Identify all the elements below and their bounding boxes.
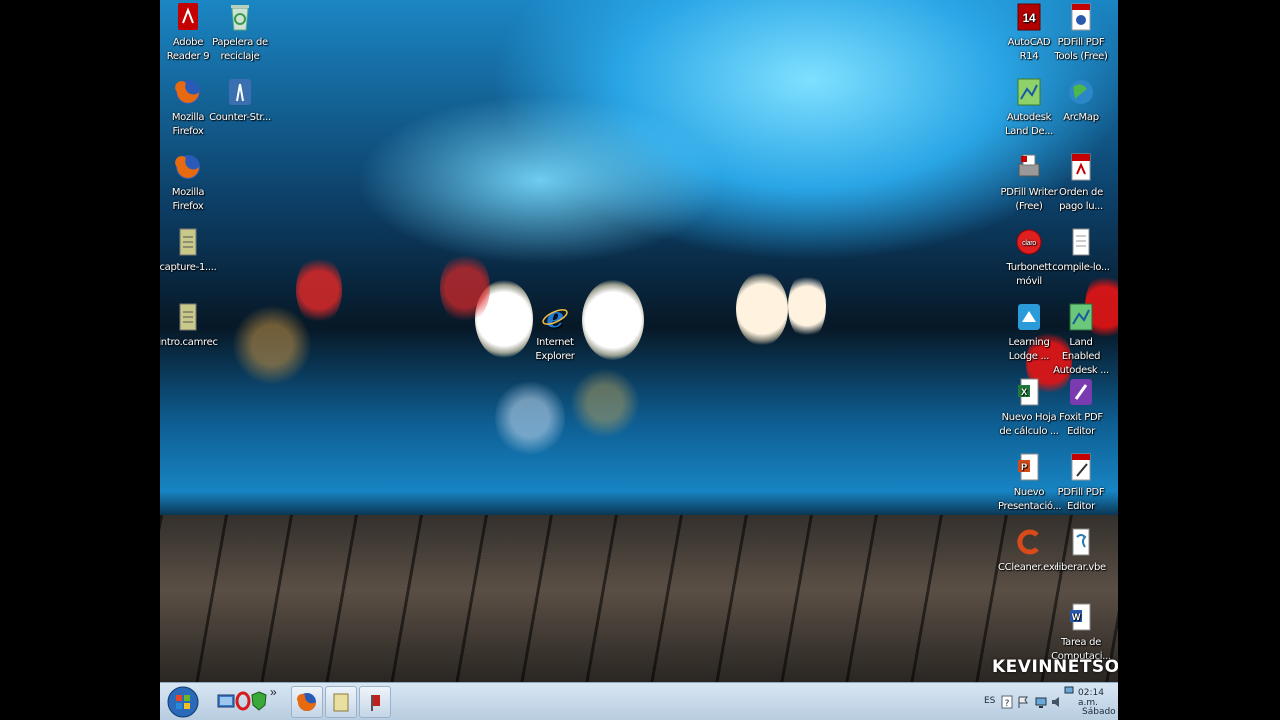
pdffill-tools-shortcut[interactable]: PDFill PDF Tools (Free) (1050, 2, 1112, 64)
icon-label: Land Enabled Autodesk ... (1053, 337, 1109, 376)
internet-explorer-shortcut[interactable]: e Internet Explorer (524, 302, 586, 364)
svg-text:P: P (1021, 462, 1027, 472)
autocad-icon: 14 (1017, 3, 1041, 31)
icon-label: PDFill PDF Tools (Free) (1054, 37, 1108, 62)
ccleaner-icon (1017, 529, 1039, 555)
app-icon (371, 695, 380, 711)
ie-icon: e (542, 302, 568, 332)
quick-launch-overflow[interactable]: » (270, 685, 280, 709)
excel-icon: X (1018, 378, 1039, 406)
language-indicator[interactable]: ES (984, 696, 995, 706)
flag-icon[interactable] (1017, 695, 1029, 709)
shield-icon (251, 691, 267, 711)
map-icon (1069, 303, 1093, 331)
file-icon (179, 303, 197, 331)
svg-text:W: W (1072, 612, 1081, 622)
wooden-floor (160, 515, 1118, 682)
icon-label: Internet Explorer (535, 337, 575, 362)
clock-time[interactable]: 02:14 a.m. (1078, 688, 1118, 708)
icon-label: Orden de pago lu... (1059, 187, 1103, 212)
liberar-vbe-shortcut[interactable]: liberar.vbe (1050, 527, 1112, 575)
pdffill-editor-shortcut[interactable]: PDFill PDF Editor (1050, 452, 1112, 514)
compile-log-shortcut[interactable]: compile-lo... (1050, 227, 1112, 275)
counter-strike-shortcut[interactable]: Counter-Str... (209, 77, 271, 125)
foxit-editor-shortcut[interactable]: Foxit PDF Editor (1050, 377, 1112, 439)
icon-label: liberar.vbe (1056, 562, 1106, 573)
pdf-icon (1071, 453, 1091, 481)
svg-text:14: 14 (1023, 11, 1036, 25)
folder-icon (333, 693, 349, 712)
bokeh-light (495, 378, 565, 458)
firefox-icon (175, 155, 200, 179)
intro-camrec-shortcut[interactable]: intro.camrec (160, 302, 219, 350)
start-button[interactable] (164, 685, 202, 719)
orden-de-pago-shortcut[interactable]: Orden de pago lu... (1050, 152, 1112, 214)
firefox-shortcut-2[interactable]: Mozilla Firefox (160, 152, 219, 214)
powerpoint-icon: P (1018, 453, 1039, 481)
taskbar: » ES ? 02:14 a.m. Sábado (160, 682, 1118, 720)
arcmap-shortcut[interactable]: ArcMap (1050, 77, 1112, 125)
network-status-icon (1064, 686, 1074, 694)
volume-icon[interactable] (1050, 695, 1064, 709)
network-icon[interactable] (1034, 695, 1048, 709)
bokeh-light (582, 280, 644, 360)
pdf-icon (1071, 3, 1091, 31)
quick-launch-3-button[interactable] (248, 689, 270, 713)
bokeh-light (440, 252, 490, 324)
tarea-computacion-shortcut[interactable]: W Tarea de Computaci... (1050, 602, 1112, 664)
pdf-icon (178, 3, 198, 30)
bokeh-light (570, 368, 640, 438)
firefox-icon (175, 80, 200, 104)
script-icon (1072, 528, 1090, 556)
clock-day[interactable]: Sábado (1082, 707, 1116, 717)
svg-text:?: ? (1005, 699, 1010, 709)
icon-label: Foxit PDF Editor (1059, 412, 1103, 437)
recycle-bin-icon (231, 5, 249, 31)
icon-label: Mozilla Firefox (171, 187, 205, 212)
icon-label: Counter-Str... (209, 112, 271, 123)
svg-text:claro: claro (1022, 240, 1036, 247)
capture-file-shortcut[interactable]: capture-1.... (160, 227, 219, 275)
taskbar-firefox-button[interactable] (291, 686, 323, 718)
bokeh-light (296, 255, 342, 325)
windows-logo-icon (167, 686, 199, 718)
game-icon (229, 79, 251, 105)
help-icon[interactable]: ? (1001, 695, 1013, 709)
icon-label: intro.camrec (160, 337, 218, 348)
app-icon (1018, 304, 1040, 330)
claro-icon: claro (1016, 229, 1042, 255)
bokeh-light (736, 272, 788, 346)
word-icon: W (1070, 603, 1091, 631)
map-icon (1017, 78, 1041, 106)
globe-icon (1069, 80, 1093, 104)
document-icon (1072, 228, 1090, 256)
icon-label: compile-lo... (1052, 262, 1110, 273)
taskbar-explorer-button[interactable] (325, 686, 357, 718)
firefox-icon (297, 693, 316, 711)
watermark: KEVINNETSO (992, 657, 1118, 677)
bokeh-light (232, 305, 312, 385)
icon-label: Papelera de reciclaje (212, 37, 268, 62)
bokeh-light (788, 272, 826, 340)
svg-text:X: X (1021, 387, 1027, 397)
icon-label: capture-1.... (160, 262, 217, 273)
printer-icon (1018, 154, 1040, 177)
system-tray: ES ? 02:14 a.m. Sábado (984, 683, 1118, 720)
svg-text:e: e (546, 302, 564, 332)
land-enabled-shortcut[interactable]: Land Enabled Autodesk ... (1050, 302, 1112, 378)
icon-label: PDFill PDF Editor (1057, 487, 1105, 512)
icon-label: ArcMap (1063, 112, 1099, 123)
pdf-icon (1071, 153, 1091, 181)
recycle-bin-shortcut[interactable]: Papelera de reciclaje (209, 2, 271, 64)
taskbar-app-button[interactable] (359, 686, 391, 718)
foxit-icon (1070, 379, 1092, 405)
desktop-screen: Adobe Reader 9 Papelera de reciclaje Moz… (160, 0, 1118, 720)
file-icon (179, 228, 197, 256)
